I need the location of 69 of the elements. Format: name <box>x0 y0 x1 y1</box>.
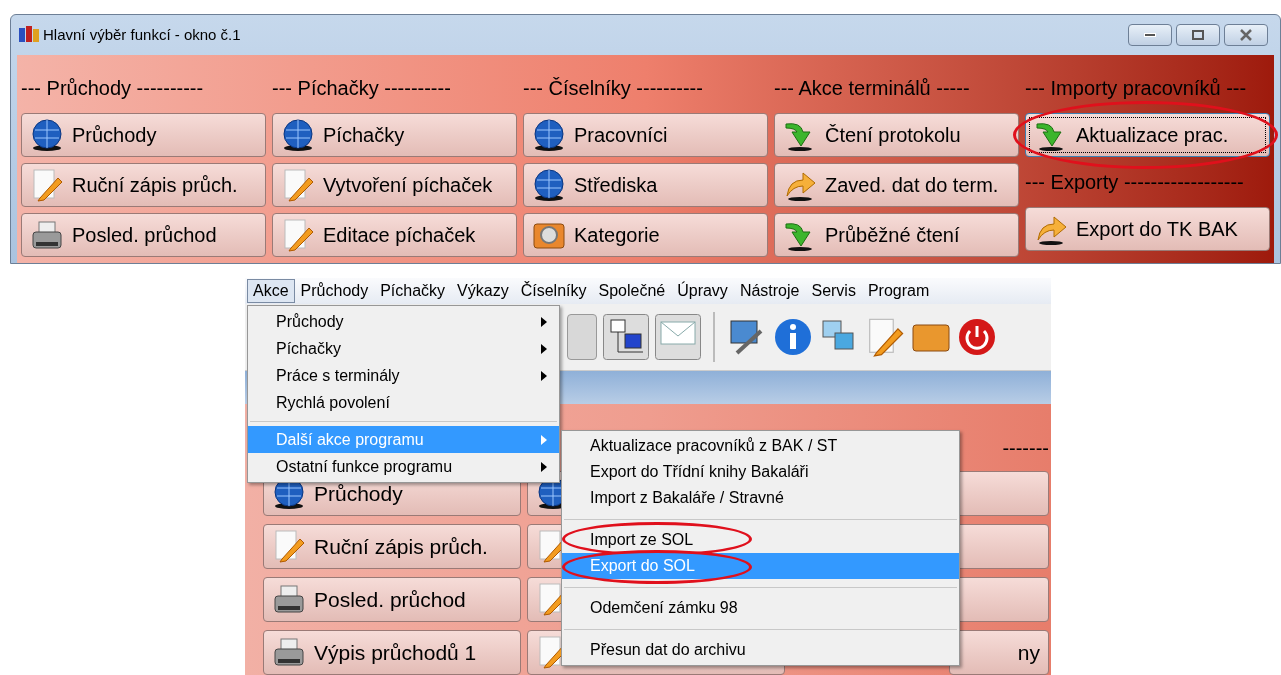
menu-bar-item[interactable]: Číselníky <box>514 279 593 304</box>
menu-bar-item[interactable]: Píchačky <box>374 279 452 304</box>
function-button[interactable]: Kategorie <box>523 213 768 257</box>
menu-item[interactable]: Aktualizace pracovníků z BAK / ST <box>590 437 838 455</box>
submenu-arrow-icon <box>541 343 547 354</box>
window-title: Hlavní výběr funkcí - okno č.1 <box>43 24 241 45</box>
menu-item[interactable]: Píchačky <box>248 335 559 362</box>
menu-bar-item[interactable]: Program <box>861 279 936 304</box>
globe-icon <box>281 118 315 152</box>
menu-item[interactable]: Přesun dat do archivu <box>590 641 746 659</box>
function-button[interactable]: Ruční zápis průch. <box>21 163 266 207</box>
section-heading: ------- <box>1002 436 1049 461</box>
menu-item[interactable]: Export do Třídní knihy Bakaláři <box>590 463 809 481</box>
close-button[interactable] <box>1224 24 1268 46</box>
menu-bar-item[interactable]: Průchody <box>294 279 375 304</box>
function-button[interactable]: Zaved. dat do term. <box>774 163 1019 207</box>
function-button[interactable]: Export do TK BAK <box>1025 207 1270 251</box>
function-button[interactable]: Střediska <box>523 163 768 207</box>
function-button[interactable]: Průběžné čtení <box>774 213 1019 257</box>
menu-bar-item[interactable]: Servis <box>805 279 862 304</box>
function-button[interactable]: Vytvoření píchaček <box>272 163 517 207</box>
menu-item[interactable]: Import z Bakaláře / Stravné <box>590 489 784 507</box>
section-heading: --- Píchačky ---------- <box>272 76 452 101</box>
pencil-page-icon <box>30 168 64 202</box>
pencil-page-icon <box>281 168 315 202</box>
function-button[interactable]: Aktualizace prac. <box>1025 113 1270 157</box>
globe-icon <box>532 118 566 152</box>
function-button[interactable]: Pracovníci <box>523 113 768 157</box>
section-heading: --- Importy pracovníků --- <box>1025 76 1248 101</box>
menu-bar-item[interactable]: Úpravy <box>671 279 734 304</box>
app-logo-icon <box>19 26 39 44</box>
function-button[interactable]: Píchačky <box>272 113 517 157</box>
envelope-icon[interactable] <box>655 314 701 361</box>
menu-bar-item[interactable]: Společné <box>592 279 672 304</box>
network-computers-icon[interactable] <box>603 314 649 361</box>
menu-item[interactable]: Průchody <box>248 308 559 335</box>
section-heading: --- Průchody ---------- <box>21 76 205 101</box>
function-button[interactable]: Průchody <box>21 113 266 157</box>
function-button[interactable]: Editace píchaček <box>272 213 517 257</box>
globe-icon <box>532 168 566 202</box>
printer-icon <box>30 218 64 252</box>
info-icon[interactable] <box>773 317 813 358</box>
maximize-button[interactable] <box>1176 24 1220 46</box>
function-button[interactable]: Čtení protokolu <box>774 113 1019 157</box>
function-button[interactable]: Posled. průchod <box>21 213 266 257</box>
menu-item[interactable]: Import ze SOL <box>590 531 694 549</box>
function-button[interactable]: ny <box>949 630 1049 675</box>
menu-bar-item[interactable]: Nástroje <box>733 279 806 304</box>
pencil-page-icon <box>281 218 315 252</box>
submenu-arrow-icon <box>541 434 547 445</box>
menu-item[interactable]: Rychlá povolení <box>248 389 559 416</box>
section-heading: --- Akce terminálů ----- <box>774 76 971 101</box>
menu-item[interactable]: Práce s terminály <box>248 362 559 389</box>
menu-bar-item[interactable]: Výkazy <box>451 279 515 304</box>
submenu-arrow-icon <box>541 461 547 472</box>
submenu-arrow-icon <box>541 316 547 327</box>
minimize-button[interactable] <box>1128 24 1172 46</box>
section-heading: --- Číselníky ---------- <box>523 76 704 101</box>
menu-item[interactable]: Odemčení zámku 98 <box>590 599 738 617</box>
pencil-page-icon <box>272 529 306 564</box>
close-icon <box>1240 29 1252 41</box>
function-button[interactable]: Ruční zápis průch. <box>263 524 521 569</box>
function-button[interactable]: Posled. průchod <box>263 577 521 622</box>
section-heading: --- Exporty ------------------ <box>1025 170 1245 195</box>
globe-icon <box>30 118 64 152</box>
submenu-arrow-icon <box>541 370 547 381</box>
function-button[interactable]: Výpis průchodů 1 <box>263 630 521 675</box>
menu-bar-item[interactable]: Akce <box>247 279 295 304</box>
power-icon[interactable] <box>957 317 997 358</box>
